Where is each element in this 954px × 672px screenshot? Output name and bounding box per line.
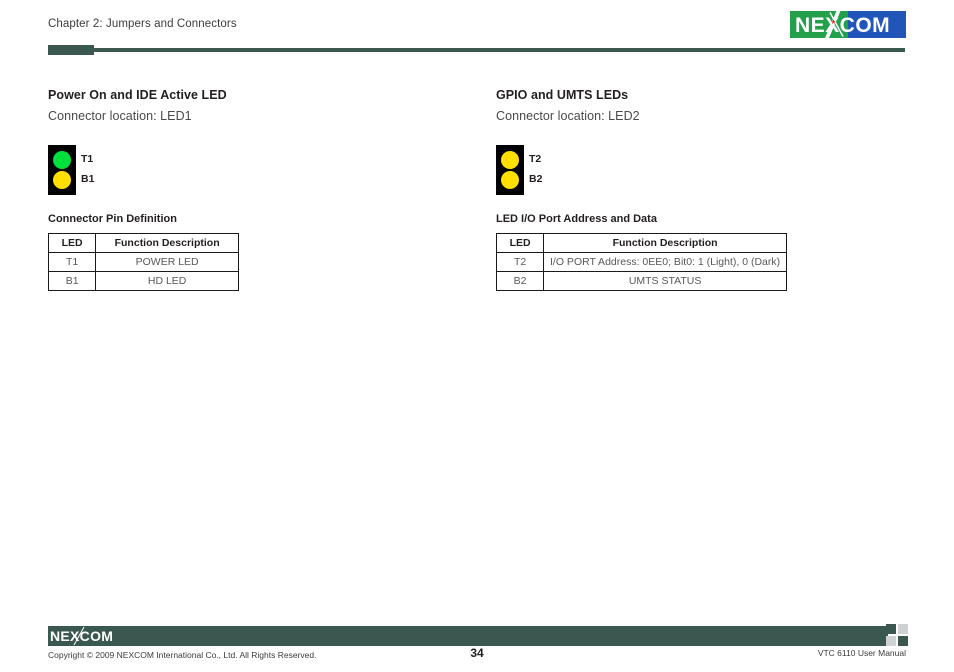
right-led-top-label: T2: [529, 153, 542, 165]
right-led-bottom-indicator: [501, 171, 519, 189]
table-row: T1 POWER LED: [47, 252, 239, 272]
manual-title: VTC 6110 User Manual: [817, 648, 906, 658]
footer-bar: [48, 626, 888, 646]
table-header-row: LED Function Description: [47, 233, 239, 253]
cell-led: T1: [47, 252, 97, 272]
table-row: B1 HD LED: [47, 271, 239, 291]
decoration-square: [886, 636, 896, 646]
header-accent-block: [48, 45, 94, 55]
nexcom-logo: NEXCOM *: [790, 11, 906, 38]
svg-text:*: *: [832, 19, 836, 30]
column-header-function: Function Description: [543, 233, 787, 253]
left-content-column: Power On and IDE Active LED Connector lo…: [47, 88, 468, 291]
footer-nexcom-logo: NEXCOM: [48, 626, 138, 646]
cell-function: UMTS STATUS: [543, 271, 787, 291]
right-led-top-indicator: [501, 151, 519, 169]
decoration-square: [898, 624, 908, 634]
decoration-square: [898, 636, 908, 646]
left-led-bottom-label: B1: [81, 173, 95, 185]
left-led-diagram: T1 B1: [48, 145, 168, 197]
footer-decoration-squares: [886, 624, 910, 648]
cell-led: B2: [495, 271, 545, 291]
cell-led: B1: [47, 271, 97, 291]
right-led-bottom-label: B2: [529, 173, 543, 185]
left-connector-location: Connector location: LED1: [48, 109, 192, 123]
column-header-function: Function Description: [95, 233, 239, 253]
decoration-square: [886, 624, 896, 634]
page-header: Chapter 2: Jumpers and Connectors NEXCOM…: [0, 0, 954, 62]
page-footer: NEXCOM Copyright © 2009 NEXCOM Internati…: [0, 624, 954, 672]
cell-function: POWER LED: [95, 252, 239, 272]
right-led-diagram: T2 B2: [496, 145, 616, 197]
left-pin-table: LED Function Description T1 POWER LED B1…: [47, 233, 239, 291]
left-led-top-label: T1: [81, 153, 94, 165]
header-rule: [94, 48, 905, 52]
left-table-caption: Connector Pin Definition: [48, 213, 177, 225]
cell-led: T2: [495, 252, 545, 272]
cell-function: I/O PORT Address: 0EE0; Bit0: 1 (Light),…: [543, 252, 787, 272]
right-table-caption: LED I/O Port Address and Data: [496, 213, 657, 225]
right-connector-location: Connector location: LED2: [496, 109, 640, 123]
table-row: T2 I/O PORT Address: 0EE0; Bit0: 1 (Ligh…: [495, 252, 787, 272]
svg-text:NEXCOM: NEXCOM: [795, 14, 890, 37]
left-led-bottom-indicator: [53, 171, 71, 189]
cell-function: HD LED: [95, 271, 239, 291]
page-number: 34: [470, 646, 484, 660]
chapter-breadcrumb: Chapter 2: Jumpers and Connectors: [48, 18, 237, 30]
column-header-led: LED: [47, 233, 97, 253]
table-row: B2 UMTS STATUS: [495, 271, 787, 291]
column-header-led: LED: [495, 233, 545, 253]
left-section-title: Power On and IDE Active LED: [48, 88, 227, 102]
right-pin-table: LED Function Description T2 I/O PORT Add…: [495, 233, 787, 291]
table-header-row: LED Function Description: [495, 233, 787, 253]
left-led-top-indicator: [53, 151, 71, 169]
right-section-title: GPIO and UMTS LEDs: [496, 88, 629, 102]
right-content-column: GPIO and UMTS LEDs Connector location: L…: [495, 88, 926, 291]
